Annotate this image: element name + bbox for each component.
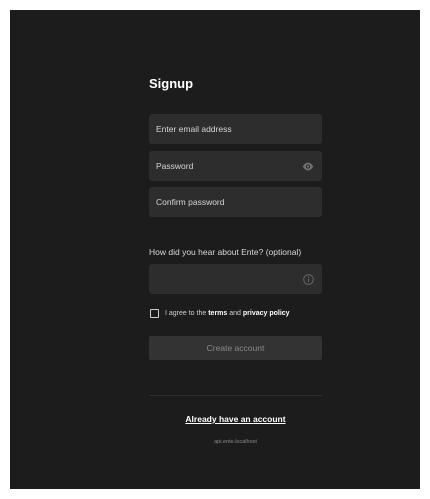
terms-checkbox[interactable] [150,309,159,318]
terms-row: I agree to the terms and privacy policy [150,309,290,318]
info-icon[interactable] [302,273,314,285]
confirm-password-field-container [149,187,322,217]
signup-screen: Signup How did you hear about Ente? (opt… [10,10,420,489]
api-endpoint: api.ente.localhost [214,439,257,445]
confirm-password-field[interactable] [149,187,322,217]
terms-prefix: I agree to the [165,310,207,317]
password-field-container [149,151,322,181]
referral-field[interactable] [149,264,322,294]
divider [149,395,322,396]
referral-field-container [149,264,322,294]
create-account-button[interactable]: Create account [149,336,322,360]
privacy-policy-link[interactable]: privacy policy [243,310,290,317]
email-field-container [149,114,322,144]
eye-icon[interactable] [302,160,314,172]
terms-link[interactable]: terms [208,310,227,317]
terms-and: and [229,310,241,317]
password-field[interactable] [149,151,322,181]
email-field[interactable] [149,114,322,144]
referral-label: How did you hear about Ente? (optional) [149,247,302,257]
login-link[interactable]: Already have an account [149,414,322,424]
page-title: Signup [149,76,194,91]
